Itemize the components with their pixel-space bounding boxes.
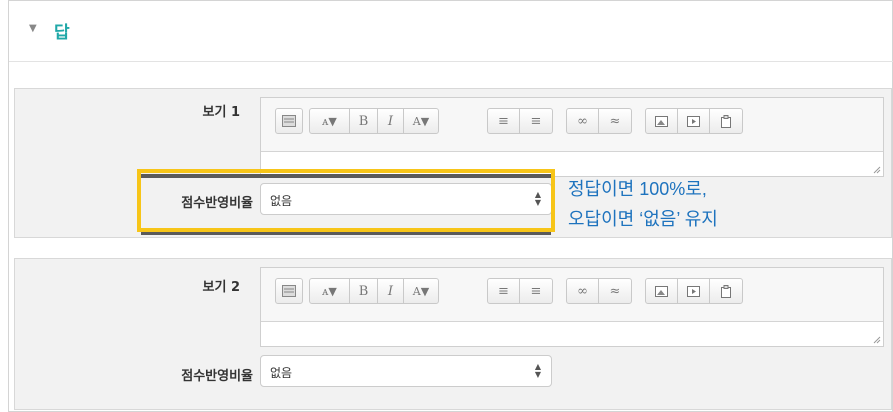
ordered-list-icon[interactable]: ≡ <box>520 109 552 133</box>
unlink-icon[interactable]: ≈ <box>599 109 631 133</box>
toolbar-group: ᴀ▼ B I A▼ <box>309 108 439 134</box>
unlink-icon[interactable]: ≈ <box>599 279 631 303</box>
font-color-icon[interactable]: A▼ <box>404 109 438 133</box>
bold-icon[interactable]: B <box>350 109 378 133</box>
toolbar-toggle-icon[interactable] <box>276 109 302 133</box>
unordered-list-icon[interactable]: ≡ <box>488 109 520 133</box>
media-icon[interactable] <box>678 279 710 303</box>
toolbar-group: ∞ ≈ <box>566 278 632 304</box>
toolbar-group: ≡ ≡ <box>487 278 553 304</box>
image-icon[interactable] <box>646 279 678 303</box>
italic-icon[interactable]: I <box>378 109 404 133</box>
choice-panel-2: 보기 2 ᴀ▼ B I A▼ ≡ ≡ ∞ ≈ 점수반영비율 없음 ▲ ▼ <box>14 258 892 410</box>
italic-icon[interactable]: I <box>378 279 404 303</box>
toolbar-group: ≡ ≡ <box>487 108 553 134</box>
answers-section-header[interactable]: ▼ 답 <box>9 0 893 62</box>
choice-label: 보기 1 <box>202 105 241 120</box>
font-size-icon[interactable]: ᴀ▼ <box>310 109 350 133</box>
annotation-line-1: 정답이면 100%로, <box>568 179 707 199</box>
resize-handle-icon[interactable] <box>873 166 881 174</box>
highlight-box <box>137 169 555 232</box>
unordered-list-icon[interactable]: ≡ <box>488 279 520 303</box>
annotation-line-2: 오답이면 ‘없음’ 유지 <box>568 209 718 229</box>
paste-icon[interactable] <box>710 109 742 133</box>
editor-content-area[interactable] <box>261 322 883 346</box>
font-color-icon[interactable]: A▼ <box>404 279 438 303</box>
toolbar-group: ∞ ≈ <box>566 108 632 134</box>
choice-editor[interactable]: ᴀ▼ B I A▼ ≡ ≡ ∞ ≈ <box>260 97 884 177</box>
grade-select-value: 없음 <box>270 366 293 380</box>
bold-icon[interactable]: B <box>350 279 378 303</box>
triangle-down-icon[interactable]: ▼ <box>29 23 37 34</box>
paste-icon[interactable] <box>710 279 742 303</box>
choice-label: 보기 2 <box>202 280 241 295</box>
font-size-icon[interactable]: ᴀ▼ <box>310 279 350 303</box>
image-icon[interactable] <box>646 109 678 133</box>
ordered-list-icon[interactable]: ≡ <box>520 279 552 303</box>
grade-label: 점수반영비율 <box>181 369 253 384</box>
toolbar-group <box>275 278 303 304</box>
toolbar-group: ᴀ▼ B I A▼ <box>309 278 439 304</box>
link-icon[interactable]: ∞ <box>567 279 599 303</box>
link-icon[interactable]: ∞ <box>567 109 599 133</box>
editor-toolbar: ᴀ▼ B I A▼ ≡ ≡ ∞ ≈ <box>261 268 883 322</box>
editor-toolbar: ᴀ▼ B I A▼ ≡ ≡ ∞ ≈ <box>261 98 883 152</box>
resize-handle-icon[interactable] <box>873 336 881 344</box>
media-icon[interactable] <box>678 109 710 133</box>
toolbar-group <box>275 108 303 134</box>
select-arrows-icon: ▲ ▼ <box>534 362 541 379</box>
toolbar-group <box>645 108 743 134</box>
grade-select[interactable]: 없음 ▲ ▼ <box>260 355 552 387</box>
toolbar-group <box>645 278 743 304</box>
section-title[interactable]: 답 <box>54 18 70 43</box>
choice-editor[interactable]: ᴀ▼ B I A▼ ≡ ≡ ∞ ≈ <box>260 267 884 347</box>
toolbar-toggle-icon[interactable] <box>276 279 302 303</box>
